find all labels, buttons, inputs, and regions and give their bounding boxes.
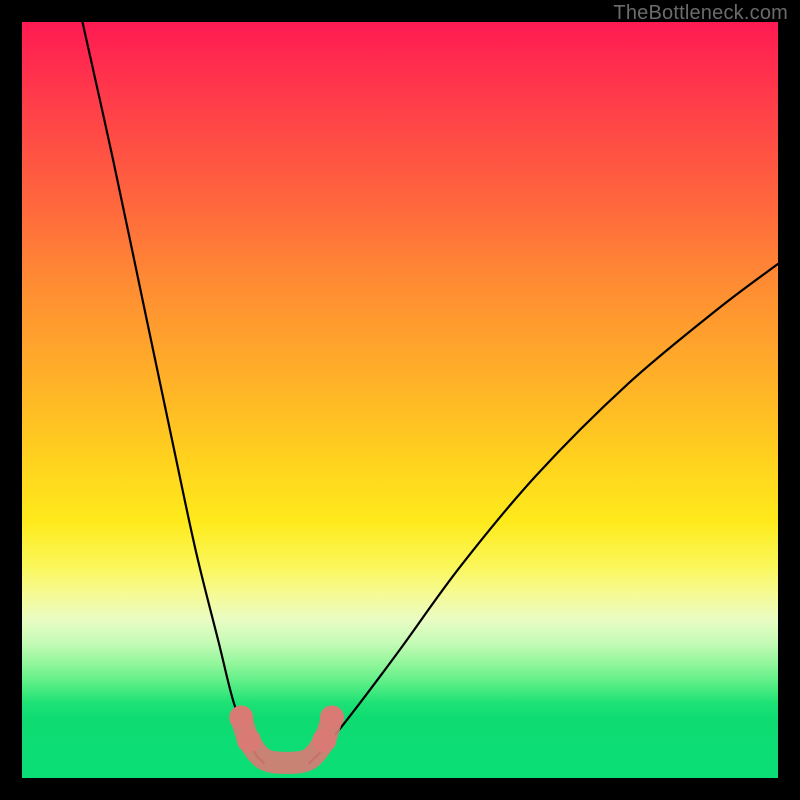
plot-area bbox=[22, 22, 778, 778]
chart-frame: TheBottleneck.com bbox=[0, 0, 800, 800]
optimal-region-dots bbox=[229, 706, 344, 753]
curve-layer bbox=[22, 22, 778, 778]
right-bottleneck-curve bbox=[309, 264, 778, 763]
left-bottleneck-curve bbox=[82, 22, 263, 763]
